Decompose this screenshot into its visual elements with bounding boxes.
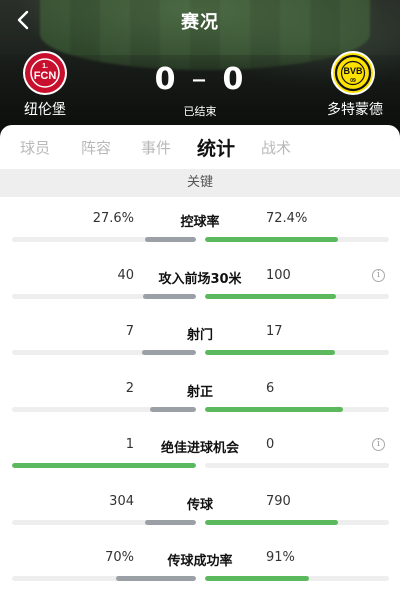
tab-bar: 球员 阵容 事件 统计 战术 bbox=[0, 125, 400, 169]
stat-home-value: 27.6% bbox=[92, 211, 134, 226]
stat-away-value: 72.4% bbox=[266, 211, 308, 226]
away-bar-fill bbox=[205, 407, 343, 412]
home-bar-fill bbox=[143, 294, 196, 299]
tab-events[interactable]: 事件 bbox=[141, 137, 171, 158]
away-bar-track bbox=[205, 294, 389, 299]
stat-away-value: 91% bbox=[266, 550, 295, 565]
tab-lineup[interactable]: 阵容 bbox=[81, 137, 111, 158]
home-bar-fill bbox=[150, 407, 196, 412]
stat-row: 控球率 27.6% 72.4% bbox=[0, 211, 400, 267]
home-score: 0 bbox=[154, 62, 178, 97]
home-bar-track bbox=[12, 350, 196, 355]
stat-label: 绝佳进球机会 bbox=[160, 441, 239, 456]
away-bar-track bbox=[205, 407, 389, 412]
away-bar-fill bbox=[205, 520, 338, 525]
tab-players[interactable]: 球员 bbox=[20, 137, 50, 158]
away-bar-fill bbox=[205, 237, 338, 242]
info-circle-icon[interactable]: i bbox=[372, 438, 385, 451]
stat-away-value: 790 bbox=[266, 494, 291, 509]
match-header: 赛况 1. FCN 纽伦堡 0–0 已结束 BVB 09 多特蒙德 bbox=[0, 0, 400, 138]
home-bar-fill bbox=[142, 350, 196, 355]
stat-label: 传球成功率 bbox=[167, 554, 233, 569]
tab-stats[interactable]: 统计 bbox=[197, 134, 235, 161]
away-bar-fill bbox=[205, 576, 309, 581]
away-team-name[interactable]: 多特蒙德 bbox=[310, 99, 400, 119]
svg-text:BVB: BVB bbox=[343, 66, 363, 76]
stat-label: 传球 bbox=[186, 498, 213, 513]
stat-home-value: 1 bbox=[125, 437, 134, 452]
page-title: 赛况 bbox=[181, 12, 219, 33]
stat-row: 传球成功率 70% 91% bbox=[0, 550, 400, 589]
home-bar-fill bbox=[145, 237, 196, 242]
stat-away-value: 0 bbox=[266, 437, 275, 452]
tab-tactics[interactable]: 战术 bbox=[261, 137, 291, 158]
stat-row: 传球 304 790 bbox=[0, 494, 400, 550]
home-bar-track bbox=[12, 237, 196, 242]
away-bar-fill bbox=[205, 350, 335, 355]
home-bar-track bbox=[12, 463, 196, 468]
away-bar-track bbox=[205, 350, 389, 355]
stat-row: 射正 2 6 bbox=[0, 381, 400, 437]
stat-away-value: 100 bbox=[266, 268, 291, 283]
svg-text:09: 09 bbox=[350, 78, 356, 84]
stat-row: 绝佳进球机会 1 0 i bbox=[0, 437, 400, 493]
stat-label: 控球率 bbox=[180, 215, 220, 230]
stat-away-value: 17 bbox=[266, 324, 283, 339]
stats-sheet: 球员 阵容 事件 统计 战术 关键 控球率 27.6% 72.4% 攻入前场30米 40… bbox=[0, 125, 400, 589]
stat-row: 攻入前场30米 40 100 i bbox=[0, 268, 400, 324]
stat-row: 射门 7 17 bbox=[0, 324, 400, 380]
score-separator: – bbox=[191, 62, 209, 97]
stat-home-value: 304 bbox=[109, 494, 134, 509]
away-score: 0 bbox=[222, 62, 246, 97]
away-bar-track bbox=[205, 463, 389, 468]
stat-home-value: 70% bbox=[105, 550, 134, 565]
home-bar-fill bbox=[12, 463, 196, 468]
away-team-logo[interactable]: BVB 09 bbox=[330, 50, 376, 96]
away-bar-track bbox=[205, 237, 389, 242]
home-bar-track bbox=[12, 407, 196, 412]
away-bar-fill bbox=[205, 294, 336, 299]
section-key-stats: 关键 bbox=[0, 169, 400, 197]
away-bar-track bbox=[205, 520, 389, 525]
stat-away-value: 6 bbox=[266, 381, 275, 396]
stat-home-value: 2 bbox=[125, 381, 134, 396]
stat-label: 射门 bbox=[186, 328, 213, 343]
home-bar-fill bbox=[116, 576, 196, 581]
stat-home-value: 7 bbox=[125, 324, 134, 339]
stat-label: 射正 bbox=[186, 385, 213, 400]
stat-home-value: 40 bbox=[117, 268, 134, 283]
stat-label: 攻入前场30米 bbox=[158, 272, 242, 287]
away-bar-track bbox=[205, 576, 389, 581]
home-bar-track bbox=[12, 294, 196, 299]
home-bar-track bbox=[12, 576, 196, 581]
info-circle-icon[interactable]: i bbox=[372, 269, 385, 282]
home-bar-track bbox=[12, 520, 196, 525]
home-bar-fill bbox=[145, 520, 196, 525]
